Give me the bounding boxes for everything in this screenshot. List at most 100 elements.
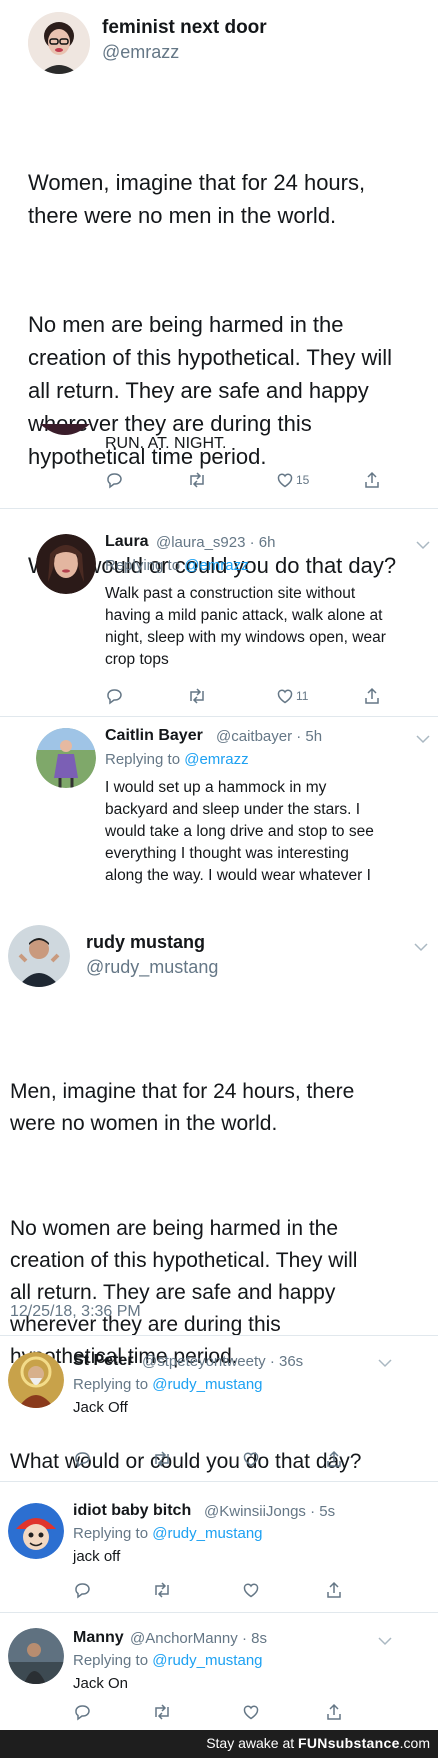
avatar[interactable]: [8, 1352, 64, 1408]
avatar[interactable]: [40, 424, 90, 438]
user-handle[interactable]: @caitbayer: [216, 728, 292, 745]
divider: [0, 1335, 438, 1336]
chevron-down-icon[interactable]: [416, 540, 430, 550]
tweet-paragraph: No men are being harmed in the creation …: [28, 312, 392, 469]
display-name[interactable]: feminist next door: [102, 17, 267, 39]
like-icon: [277, 689, 293, 704]
reply-icon: [75, 1452, 90, 1468]
retweet-button[interactable]: [187, 468, 207, 492]
chevron-down-icon[interactable]: [416, 734, 430, 744]
retweet-button[interactable]: [152, 1447, 172, 1471]
user-handle[interactable]: @stpeteyontweety: [142, 1353, 266, 1370]
reply-text: Jack Off: [73, 1399, 128, 1416]
like-button[interactable]: [242, 1447, 260, 1471]
display-name[interactable]: Laura: [105, 533, 149, 551]
reply-icon: [107, 473, 122, 489]
reply-button[interactable]: [105, 684, 123, 708]
retweet-button[interactable]: [152, 1700, 172, 1724]
user-handle[interactable]: @AnchorManny: [130, 1630, 238, 1647]
avatar[interactable]: [36, 534, 96, 594]
like-button[interactable]: 11: [276, 684, 308, 708]
retweet-button[interactable]: [187, 684, 207, 708]
tweet-actions: [0, 1447, 438, 1471]
replying-to: Replying to @rudy_mustang: [73, 1652, 263, 1669]
avatar[interactable]: [28, 12, 90, 74]
replying-label: Replying to: [73, 1525, 153, 1542]
reply-button[interactable]: [73, 1578, 91, 1602]
retweet-icon: [190, 688, 204, 704]
replying-label: Replying to: [105, 751, 185, 768]
divider: [0, 716, 438, 717]
share-button[interactable]: [325, 1447, 343, 1471]
tweet-paragraph: No women are being harmed in the creatio…: [10, 1217, 358, 1368]
reply-text: RUN. AT. NIGHT.: [105, 435, 227, 452]
reply-button[interactable]: [105, 468, 123, 492]
mention-link[interactable]: @emrazz: [184, 557, 248, 574]
like-icon: [243, 1705, 259, 1720]
mention-link[interactable]: @rudy_mustang: [152, 1525, 262, 1542]
user-handle[interactable]: @laura_s923: [156, 534, 245, 551]
divider: [0, 508, 438, 509]
like-icon: [277, 473, 293, 488]
handle-group: @caitbayer · 5h: [216, 728, 322, 745]
like-button[interactable]: [242, 1700, 260, 1724]
tweet-actions: 15: [0, 468, 438, 492]
user-handle[interactable]: @KwinsiiJongs: [204, 1503, 306, 1520]
divider: [0, 1612, 438, 1613]
avatar[interactable]: [8, 925, 70, 987]
user-handle[interactable]: @emrazz: [102, 42, 179, 63]
reply-text: I would set up a hammock in my backyard …: [105, 779, 374, 884]
like-button[interactable]: [242, 1578, 260, 1602]
reply-text: jack off: [73, 1548, 121, 1565]
share-button[interactable]: [363, 684, 381, 708]
avatar[interactable]: [36, 728, 96, 788]
retweet-icon: [190, 472, 204, 488]
tweet-time[interactable]: · 36s: [270, 1353, 303, 1370]
mention-link[interactable]: @rudy_mustang: [152, 1652, 262, 1669]
watermark-suffix: .com: [399, 1735, 430, 1751]
chevron-down-icon[interactable]: [414, 942, 428, 952]
display-name[interactable]: idiot baby bitch: [73, 1502, 191, 1520]
divider: [0, 1481, 438, 1482]
retweet-icon: [155, 1451, 169, 1467]
mention-link[interactable]: @emrazz: [184, 751, 248, 768]
user-handle[interactable]: @rudy_mustang: [86, 957, 218, 978]
share-icon: [327, 1450, 341, 1467]
avatar[interactable]: [8, 1628, 64, 1684]
replying-to: Replying to @rudy_mustang: [73, 1376, 263, 1393]
share-button[interactable]: [363, 468, 381, 492]
tweet-timestamp[interactable]: 12/25/18, 3:36 PM: [10, 1303, 141, 1321]
reply-button[interactable]: [73, 1700, 91, 1724]
handle-group: @KwinsiiJongs · 5s: [204, 1503, 335, 1520]
retweet-button[interactable]: [152, 1578, 172, 1602]
like-icon: [243, 1583, 259, 1598]
display-name[interactable]: Caitlin Bayer: [105, 727, 203, 745]
display-name[interactable]: rudy mustang: [86, 932, 205, 953]
share-button[interactable]: [325, 1700, 343, 1724]
tweet-time[interactable]: · 6h: [250, 534, 276, 551]
tweet-time[interactable]: · 5s: [310, 1503, 335, 1520]
share-button[interactable]: [325, 1578, 343, 1602]
avatar[interactable]: [8, 1503, 64, 1559]
mention-link[interactable]: @rudy_mustang: [152, 1376, 262, 1393]
tweet-time[interactable]: · 5h: [296, 728, 322, 745]
tweet-time[interactable]: · 8s: [242, 1630, 267, 1647]
display-name[interactable]: Manny: [73, 1629, 124, 1647]
tweet-actions: 11: [0, 684, 438, 708]
tweet-paragraph: Women, imagine that for 24 hours, there …: [28, 170, 366, 228]
watermark-prefix: Stay awake at: [206, 1735, 299, 1751]
like-button[interactable]: 15: [276, 468, 309, 492]
reply-button[interactable]: [73, 1447, 91, 1471]
reply-text: Jack On: [73, 1675, 129, 1692]
reply-icon: [75, 1583, 90, 1599]
chevron-down-icon[interactable]: [378, 1636, 392, 1646]
watermark-brand: FUNsubstance: [298, 1735, 400, 1751]
reply-text: Walk past a construction site without ha…: [105, 585, 386, 668]
handle-group: @stpeteyontweety · 36s: [142, 1353, 303, 1370]
handle-group: @AnchorManny · 8s: [130, 1630, 267, 1647]
replying-label: Replying to: [105, 557, 185, 574]
share-icon: [365, 687, 379, 704]
chevron-down-icon[interactable]: [378, 1358, 392, 1368]
tweet-actions: [0, 1578, 438, 1602]
display-name[interactable]: St Peter: [73, 1352, 133, 1370]
